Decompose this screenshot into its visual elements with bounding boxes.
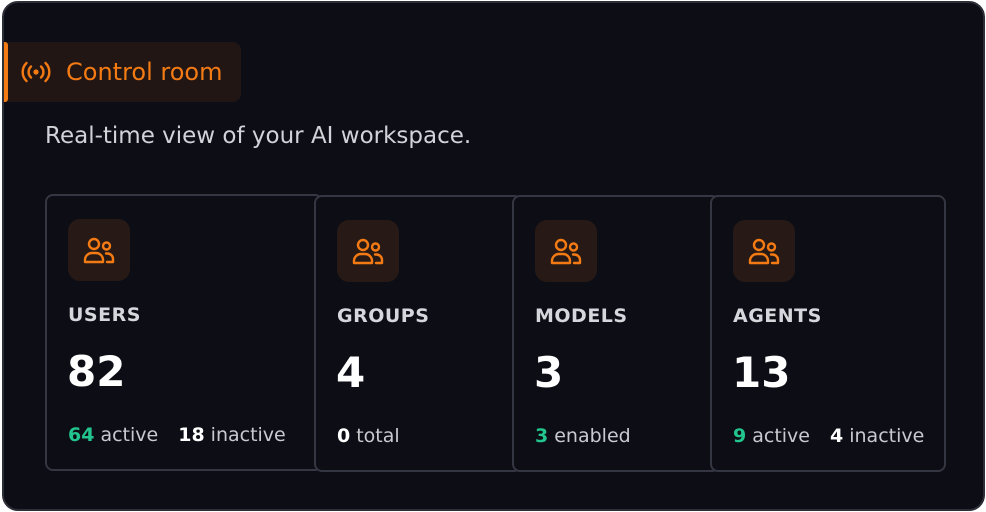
card-stats: 3 enabled <box>535 425 631 447</box>
stat-number: 9 <box>733 425 747 447</box>
stat-text: total <box>356 425 400 447</box>
stat-text: enabled <box>554 425 631 447</box>
stat-card-groups[interactable]: GROUPS 4 0 total <box>314 195 522 472</box>
stat-number: 18 <box>178 424 205 446</box>
stat-number: 0 <box>337 425 351 447</box>
users-icon <box>68 219 130 281</box>
stat-card-agents[interactable]: AGENTS 13 9 active 4 inactive <box>710 195 946 472</box>
card-stats: 9 active 4 inactive <box>733 425 924 447</box>
card-value: 13 <box>732 348 791 397</box>
stat-text: inactive <box>849 425 925 447</box>
stat-active: 9 active <box>733 425 810 447</box>
page-subtitle: Real-time view of your AI workspace. <box>45 123 472 149</box>
stat-text: inactive <box>210 424 286 446</box>
card-value: 3 <box>534 348 564 397</box>
stat-number: 4 <box>830 425 844 447</box>
users-icon <box>535 220 597 282</box>
stat-number: 64 <box>68 424 95 446</box>
broadcast-icon <box>20 59 52 85</box>
stat-card-users[interactable]: USERS 82 64 active 18 inactive <box>45 194 323 471</box>
control-room-panel: Control room Real-time view of your AI w… <box>2 1 985 511</box>
users-icon <box>733 220 795 282</box>
stat-enabled: 3 enabled <box>535 425 631 447</box>
card-value: 4 <box>336 348 366 397</box>
stat-active: 64 active <box>68 424 158 446</box>
card-value: 82 <box>67 347 126 396</box>
stat-inactive: 4 inactive <box>830 425 924 447</box>
stat-text: active <box>100 424 159 446</box>
stat-total: 0 total <box>337 425 400 447</box>
control-room-header[interactable]: Control room <box>4 42 241 102</box>
page-title: Control room <box>66 58 223 86</box>
stat-inactive: 18 inactive <box>178 424 286 446</box>
users-icon <box>337 220 399 282</box>
stat-text: active <box>752 425 810 447</box>
card-label: USERS <box>68 304 141 326</box>
card-stats: 0 total <box>337 425 400 447</box>
stat-card-models[interactable]: MODELS 3 3 enabled <box>512 195 720 472</box>
card-label: MODELS <box>535 305 628 327</box>
card-label: GROUPS <box>337 305 430 327</box>
card-stats: 64 active 18 inactive <box>68 424 286 446</box>
stat-number: 3 <box>535 425 549 447</box>
card-label: AGENTS <box>733 305 822 327</box>
